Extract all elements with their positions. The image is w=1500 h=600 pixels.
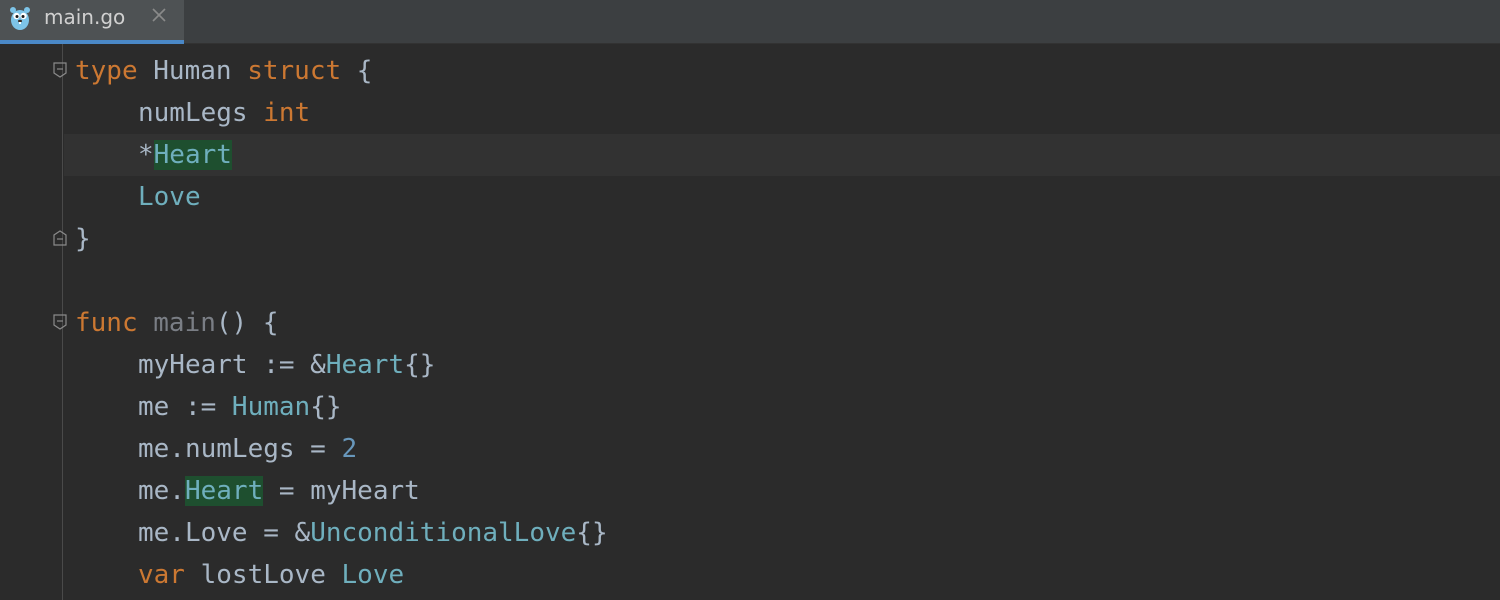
identifier: me.numLegs =: [138, 434, 342, 464]
code-line-12: me.Love = &UnconditionalLove{}: [75, 512, 608, 554]
current-line-highlight: [64, 134, 1500, 176]
identifier: numLegs: [138, 98, 264, 128]
type-name: Heart: [325, 350, 405, 380]
fold-collapse-icon[interactable]: [53, 62, 67, 78]
identifier: lostLove: [184, 560, 342, 590]
code-line-10: me.numLegs = 2: [75, 428, 357, 470]
fold-collapse-icon[interactable]: [53, 314, 67, 330]
identifier: me.Love = &: [138, 518, 311, 548]
keyword: type: [75, 56, 138, 86]
code-line-9: me := Human{}: [75, 386, 342, 428]
tab-main-go[interactable]: main.go: [0, 0, 184, 44]
type-name: Love: [138, 182, 201, 212]
code-line-4: Love: [75, 176, 201, 218]
punctuation: {: [341, 56, 373, 86]
punctuation: {}: [576, 518, 608, 548]
code-line-11: me.Heart = myHeart: [75, 470, 420, 512]
number-literal: 2: [341, 434, 358, 464]
type-name-highlighted: Heart: [153, 140, 232, 170]
operator: *: [138, 140, 154, 170]
code-line-7: func main() {: [75, 302, 279, 344]
code-line-1: type Human struct {: [75, 50, 372, 92]
punctuation: }: [75, 224, 91, 254]
punctuation: () {: [215, 308, 279, 338]
code-line-13: var lostLove Love: [75, 554, 404, 596]
punctuation: {}: [404, 350, 436, 380]
type-name: Love: [341, 560, 405, 590]
field-name-highlighted: Heart: [184, 476, 264, 506]
fold-end-icon[interactable]: [53, 230, 67, 246]
code-line-2: numLegs int: [75, 92, 310, 134]
code-line-8: myHeart := &Heart{}: [75, 344, 435, 386]
close-icon[interactable]: [150, 6, 168, 24]
code-line-3: *Heart: [75, 134, 232, 176]
code-line-5: }: [75, 218, 91, 260]
tab-filename: main.go: [44, 5, 126, 29]
keyword: var: [138, 560, 185, 590]
type-name: Human: [231, 392, 311, 422]
gopher-icon: [10, 7, 30, 30]
code-editor[interactable]: type Human struct { numLegs int *Heart L…: [0, 44, 1500, 600]
identifier: me.: [138, 476, 185, 506]
type-name: UnconditionalLove: [310, 518, 577, 548]
keyword: func: [75, 308, 138, 338]
identifier: me :=: [138, 392, 232, 422]
punctuation: {}: [310, 392, 342, 422]
identifier: Human: [137, 56, 248, 86]
tab-bar: main.go: [0, 0, 1500, 44]
keyword: int: [263, 98, 311, 128]
identifier: = myHeart: [263, 476, 420, 506]
keyword: struct: [247, 56, 342, 86]
function-name: main: [137, 308, 216, 338]
identifier: myHeart := &: [138, 350, 326, 380]
